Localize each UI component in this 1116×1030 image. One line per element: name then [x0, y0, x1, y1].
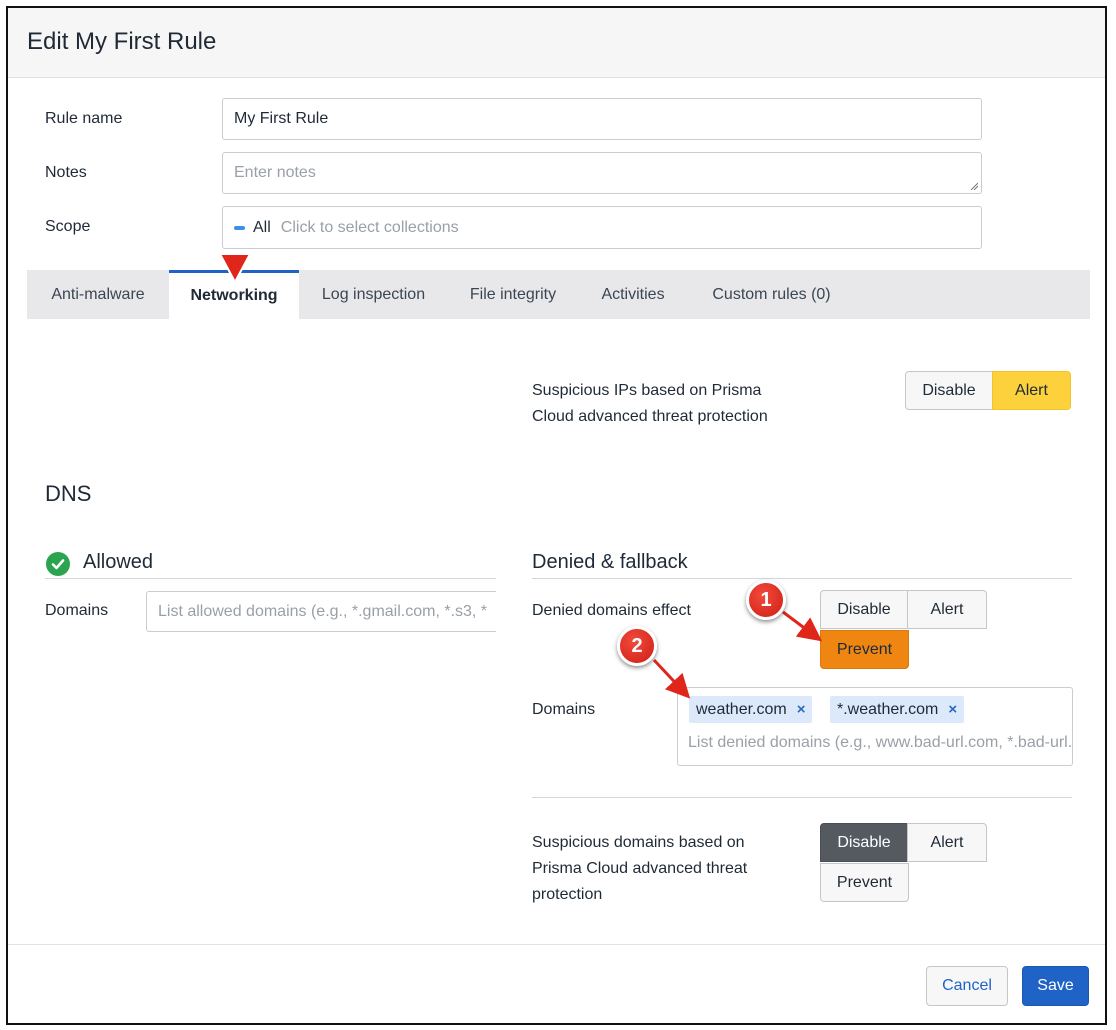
- denied-divider: [532, 578, 1072, 579]
- denied-domains-placeholder: List denied domains (e.g., www.bad-url.c…: [688, 734, 1073, 751]
- close-icon[interactable]: ×: [797, 701, 806, 718]
- denied-disable-button[interactable]: Disable: [820, 590, 908, 629]
- footer-divider: [8, 944, 1105, 945]
- scope-placeholder: Click to select collections: [280, 218, 459, 236]
- notes-label: Notes: [45, 164, 87, 181]
- domain-tag-label: *.weather.com: [837, 700, 939, 718]
- suspicious-domains-label-line3: protection: [532, 886, 603, 903]
- tab-activities[interactable]: Activities: [578, 270, 688, 319]
- suspicious-domains-alert-button[interactable]: Alert: [907, 823, 987, 862]
- collection-dash-icon: [234, 225, 245, 230]
- allowed-domains-label: Domains: [45, 602, 109, 619]
- check-circle-icon: [46, 552, 70, 576]
- notes-placeholder: Enter notes: [234, 164, 316, 181]
- tab-log-inspection[interactable]: Log inspection: [299, 270, 448, 319]
- denied-effect-label: Denied domains effect: [532, 602, 691, 619]
- suspicious-ips-disable-button[interactable]: Disable: [905, 371, 993, 410]
- tab-custom-rules[interactable]: Custom rules (0): [688, 270, 855, 319]
- denied-fallback-title: Denied & fallback: [532, 551, 688, 573]
- red-arrow-down-icon: [218, 253, 252, 284]
- suspicious-domains-label-line1: Suspicious domains based on: [532, 834, 745, 851]
- suspicious-domains-prevent-button[interactable]: Prevent: [820, 863, 909, 902]
- dialog-header: Edit My First Rule: [8, 8, 1105, 78]
- denied-domains-label: Domains: [532, 701, 596, 718]
- rule-name-value: My First Rule: [234, 110, 329, 127]
- resize-handle-icon[interactable]: [970, 182, 978, 190]
- annotation-badge-2: 2: [617, 626, 657, 666]
- suspicious-domains-divider: [532, 797, 1072, 798]
- scope-label: Scope: [45, 218, 91, 235]
- annotation-badge-1: 1: [746, 580, 786, 620]
- save-button[interactable]: Save: [1022, 966, 1089, 1006]
- rule-name-label: Rule name: [45, 110, 123, 127]
- dialog-title: Edit My First Rule: [27, 28, 217, 55]
- allowed-domains-input[interactable]: List allowed domains (e.g., *.gmail.com,…: [146, 591, 496, 632]
- suspicious-ips-label-line2: Cloud advanced threat protection: [532, 408, 768, 425]
- tab-file-integrity[interactable]: File integrity: [448, 270, 578, 319]
- allowed-domains-placeholder: List allowed domains (e.g., *.gmail.com,…: [158, 602, 488, 620]
- denied-prevent-button[interactable]: Prevent: [820, 630, 909, 669]
- close-icon[interactable]: ×: [948, 701, 957, 718]
- tab-bar: Anti-malware Networking Log inspection F…: [27, 270, 1090, 319]
- allowed-divider: [45, 578, 496, 579]
- allowed-title: Allowed: [83, 551, 154, 573]
- domain-tag: weather.com ×: [689, 696, 813, 723]
- cancel-button[interactable]: Cancel: [926, 966, 1008, 1006]
- edit-rule-dialog: Edit My First Rule Rule name My First Ru…: [6, 6, 1107, 1025]
- tab-anti-malware[interactable]: Anti-malware: [27, 270, 169, 319]
- denied-domains-input[interactable]: weather.com × *.weather.com × List denie…: [677, 687, 1073, 766]
- suspicious-ips-alert-button[interactable]: Alert: [992, 371, 1071, 410]
- scope-chip[interactable]: All: [234, 219, 271, 237]
- suspicious-domains-label-line2: Prisma Cloud advanced threat: [532, 860, 748, 877]
- domain-tag: *.weather.com ×: [830, 696, 965, 723]
- domain-tag-label: weather.com: [696, 700, 787, 718]
- denied-alert-button[interactable]: Alert: [907, 590, 987, 629]
- scope-chip-label: All: [253, 218, 271, 236]
- suspicious-ips-label-line1: Suspicious IPs based on Prisma: [532, 382, 762, 399]
- notes-textarea[interactable]: Enter notes: [222, 152, 982, 194]
- dns-section-title: DNS: [45, 481, 92, 506]
- scope-selector[interactable]: All Click to select collections: [222, 206, 982, 249]
- rule-name-input[interactable]: My First Rule: [222, 98, 982, 140]
- suspicious-domains-disable-button[interactable]: Disable: [820, 823, 908, 862]
